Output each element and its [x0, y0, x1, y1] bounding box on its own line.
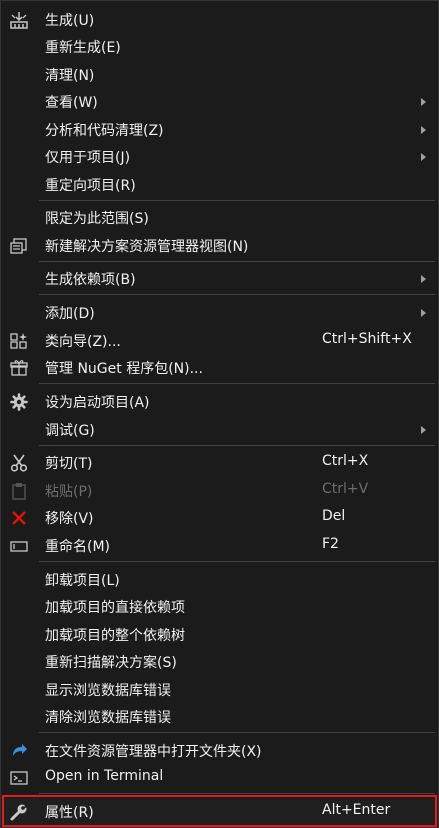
menu-item-label: 生成依赖项(B) [45, 272, 136, 288]
menu-separator [39, 793, 435, 794]
menu-item-analyze-code-cleanup[interactable]: 分析和代码清理(Z) [1, 116, 438, 143]
menu-item-unload-project[interactable]: 卸载项目(L) [1, 566, 438, 593]
solution-explorer-view-icon [9, 236, 29, 256]
menu-item-label: 查看(W) [45, 95, 98, 111]
menu-item-label: 在文件资源管理器中打开文件夹(X) [45, 744, 262, 760]
rename-icon [9, 536, 29, 556]
menu-item-rescan-solution[interactable]: 重新扫描解决方案(S) [1, 648, 438, 675]
scissors-icon [9, 453, 29, 473]
menu-item-shortcut: F2 [322, 536, 339, 552]
menu-item-open-in-terminal[interactable]: Open in Terminal [1, 764, 438, 791]
menu-item-properties[interactable]: 属性(R) Alt+Enter [1, 795, 438, 827]
menu-item-build-dependencies[interactable]: 生成依赖项(B) [1, 265, 438, 292]
menu-item-label: 设为启动项目(A) [45, 395, 150, 411]
menu-item-show-browse-db-errors[interactable]: 显示浏览数据库错误 [1, 676, 438, 703]
menu-separator [39, 261, 435, 262]
menu-item-label: 移除(V) [45, 511, 94, 527]
wrench-icon [9, 802, 29, 822]
menu-item-remove[interactable]: 移除(V) Del [1, 504, 438, 531]
menu-item-label: 清除浏览数据库错误 [45, 710, 171, 726]
class-wizard-icon [9, 331, 29, 351]
submenu-arrow-icon [421, 153, 426, 161]
submenu-arrow-icon [421, 98, 426, 106]
menu-item-project-only[interactable]: 仅用于项目(J) [1, 143, 438, 170]
menu-item-open-folder-in-explorer[interactable]: 在文件资源管理器中打开文件夹(X) [1, 737, 438, 764]
menu-item-label: 新建解决方案资源管理器视图(N) [45, 239, 249, 255]
menu-item-rebuild[interactable]: 重新生成(E) [1, 33, 438, 60]
menu-item-shortcut: Del [322, 508, 346, 524]
menu-item-class-wizard[interactable]: 类向导(Z)... Ctrl+Shift+X [1, 327, 438, 354]
menu-item-label: 显示浏览数据库错误 [45, 683, 171, 699]
menu-item-label: 仅用于项目(J) [45, 150, 131, 166]
menu-item-shortcut: Ctrl+Shift+X [322, 331, 412, 347]
menu-item-label: Open in Terminal [45, 768, 164, 784]
menu-item-label: 加载项目的直接依赖项 [45, 600, 185, 616]
menu-item-label: 清理(N) [45, 68, 95, 84]
menu-item-shortcut: Ctrl+X [322, 453, 369, 469]
menu-item-manage-nuget[interactable]: 管理 NuGet 程序包(N)... [1, 354, 438, 381]
menu-item-label: 管理 NuGet 程序包(N)... [45, 361, 203, 377]
menu-item-shortcut: Ctrl+V [322, 481, 369, 497]
open-folder-arrow-icon [9, 741, 29, 761]
gear-icon [9, 392, 29, 412]
menu-item-debug[interactable]: 调试(G) [1, 416, 438, 443]
menu-item-paste[interactable]: 粘贴(P) Ctrl+V [1, 477, 438, 504]
menu-item-new-solution-explorer-view[interactable]: 新建解决方案资源管理器视图(N) [1, 232, 438, 259]
nuget-package-icon [9, 358, 29, 378]
menu-item-label: 粘贴(P) [45, 484, 93, 500]
menu-item-label: 重新生成(E) [45, 40, 121, 56]
terminal-icon [9, 768, 29, 788]
menu-separator [39, 732, 435, 733]
menu-item-label: 分析和代码清理(Z) [45, 123, 164, 139]
menu-item-clear-browse-db-errors[interactable]: 清除浏览数据库错误 [1, 703, 438, 730]
menu-item-add[interactable]: 添加(D) [1, 299, 438, 326]
menu-item-build[interactable]: 生成(U) [1, 6, 438, 33]
menu-item-cut[interactable]: 剪切(T) Ctrl+X [1, 449, 438, 476]
menu-item-label: 剪切(T) [45, 456, 93, 472]
menu-item-set-startup-project[interactable]: 设为启动项目(A) [1, 388, 438, 415]
menu-item-label: 类向导(Z)... [45, 334, 121, 350]
menu-item-label: 生成(U) [45, 13, 95, 29]
submenu-arrow-icon [421, 275, 426, 283]
menu-item-load-direct-dependencies[interactable]: 加载项目的直接依赖项 [1, 593, 438, 620]
menu-item-clean[interactable]: 清理(N) [1, 61, 438, 88]
menu-item-label: 卸载项目(L) [45, 573, 120, 589]
menu-item-view[interactable]: 查看(W) [1, 88, 438, 115]
submenu-arrow-icon [421, 426, 426, 434]
menu-item-label: 加载项目的整个依赖树 [45, 628, 185, 644]
red-x-icon [9, 508, 29, 528]
menu-separator [39, 294, 435, 295]
menu-item-label: 属性(R) [45, 805, 94, 821]
menu-item-load-dependency-tree[interactable]: 加载项目的整个依赖树 [1, 621, 438, 648]
menu-item-retarget-projects[interactable]: 重定向项目(R) [1, 171, 438, 198]
menu-separator [39, 200, 435, 201]
menu-separator [39, 445, 435, 446]
menu-item-label: 调试(G) [45, 423, 95, 439]
submenu-arrow-icon [421, 309, 426, 317]
menu-item-label: 重新扫描解决方案(S) [45, 655, 177, 671]
submenu-arrow-icon [421, 126, 426, 134]
menu-item-scope-to-this[interactable]: 限定为此范围(S) [1, 204, 438, 231]
context-menu: 生成(U) 重新生成(E) 清理(N) 查看(W) 分析和代码清理(Z) 仅用于… [0, 0, 439, 828]
menu-item-label: 添加(D) [45, 306, 95, 322]
build-icon [9, 10, 29, 30]
menu-item-label: 重定向项目(R) [45, 178, 136, 194]
menu-item-rename[interactable]: 重命名(M) F2 [1, 532, 438, 559]
clipboard-icon [9, 481, 29, 501]
menu-item-label: 限定为此范围(S) [45, 211, 149, 227]
menu-separator [39, 561, 435, 562]
menu-item-shortcut: Alt+Enter [322, 802, 391, 818]
menu-separator [39, 383, 435, 384]
menu-item-label: 重命名(M) [45, 539, 111, 555]
